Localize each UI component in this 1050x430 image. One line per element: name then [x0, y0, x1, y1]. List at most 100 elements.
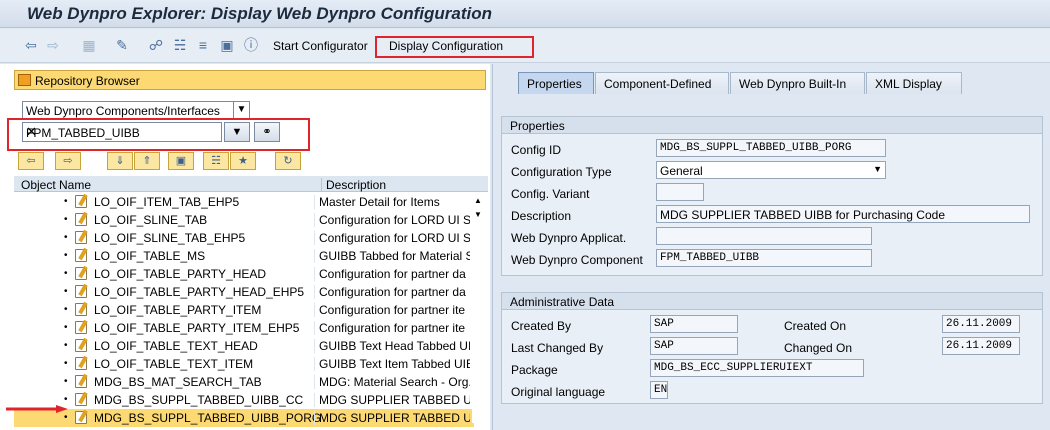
object-name[interactable]: MDG_BS_SUPPL_TABBED_UIBB_PORG [94, 411, 321, 425]
object-description: MDG: Material Search - Org. [314, 375, 470, 389]
chevron-down-icon[interactable]: ▼ [873, 164, 882, 174]
object-description: Configuration for partner da [314, 267, 470, 281]
package-field[interactable]: MDG_BS_ECC_SUPPLIERUIEXT [650, 359, 864, 377]
tab-xml-display[interactable]: XML Display [866, 72, 962, 94]
object-name[interactable]: LO_OIF_TABLE_TEXT_ITEM [94, 357, 253, 371]
last-changed-by-field[interactable]: SAP [650, 337, 738, 355]
tree-row[interactable]: • LO_OIF_TABLE_PARTY_HEAD Configuration fo… [14, 265, 474, 283]
tab-web-dynpro-built-in[interactable]: Web Dynpro Built-In [730, 72, 865, 94]
administrative-data-panel: Administrative Data Created By SAP Creat… [501, 292, 1043, 404]
tree-row[interactable]: • LO_OIF_TABLE_PARTY_ITEM Configuration fo… [14, 301, 474, 319]
stack-icon[interactable]: ≡ [194, 36, 212, 54]
forward-arrow-icon[interactable]: ⇨ [44, 36, 62, 54]
chevron-down-icon[interactable]: ▼ [233, 102, 249, 118]
object-name[interactable]: MDG_BS_MAT_SEARCH_TAB [94, 375, 262, 389]
tree-row[interactable]: • LO_OIF_TABLE_MS GUIBB Tabbed for Materia… [14, 247, 474, 265]
tree-row[interactable]: • LO_OIF_TABLE_PARTY_ITEM_EHP5 Configurati… [14, 319, 474, 337]
configuration-icon [75, 321, 87, 334]
object-description: Configuration for partner ite [314, 303, 470, 317]
tree-row[interactable]: • MDG_BS_SUPPL_TABBED_UIBB_CC MDG SUPPLIER… [14, 391, 474, 409]
start-configurator-button[interactable]: Start Configurator [273, 39, 368, 53]
bullet-icon: • [64, 358, 68, 369]
red-pointer-arrow-icon [6, 405, 68, 413]
object-name[interactable]: LO_OIF_ITEM_TAB_EHP5 [94, 195, 239, 209]
bullet-icon: • [64, 322, 68, 333]
object-type-select[interactable]: Web Dynpro Components/Interfaces ▼ [22, 101, 250, 119]
window-icon[interactable]: ▣ [218, 36, 236, 54]
config-id-label: Config ID [511, 143, 562, 157]
description-field[interactable]: MDG SUPPLIER TABBED UIBB for Purchasing … [656, 205, 1030, 223]
object-name[interactable]: LO_OIF_TABLE_PARTY_HEAD_EHP5 [94, 285, 304, 299]
find-icon[interactable]: ▣ [168, 152, 194, 170]
object-description: MDG SUPPLIER TABBED UIE [314, 411, 470, 425]
object-name[interactable]: LO_OIF_SLINE_TAB_EHP5 [94, 231, 245, 245]
package-label: Package [511, 363, 558, 377]
repository-browser-header[interactable]: Repository Browser [14, 70, 486, 90]
object-name[interactable]: LO_OIF_TABLE_PARTY_ITEM [94, 303, 261, 317]
window-title: Web Dynpro Explorer: Display Web Dynpro … [27, 4, 493, 23]
web-dynpro-application-field[interactable] [656, 227, 872, 245]
scroll-up-icon[interactable]: ▲ [474, 196, 482, 205]
object-name[interactable]: MDG_BS_SUPPL_TABBED_UIBB_CC [94, 393, 303, 407]
tree-row[interactable]: • LO_OIF_TABLE_TEXT_ITEM GUIBB Text Item T… [14, 355, 474, 373]
bullet-icon: • [64, 394, 68, 405]
tree-row[interactable]: • MDG_BS_MAT_SEARCH_TAB MDG: Material Sear… [14, 373, 474, 391]
repository-title: Repository Browser [35, 74, 140, 88]
scroll-down-icon[interactable]: ▼ [474, 210, 482, 219]
favorites-icon[interactable]: ★ [230, 152, 256, 170]
last-changed-by-label: Last Changed By [511, 341, 604, 355]
original-language-field[interactable]: EN [650, 381, 668, 399]
refresh-icon[interactable]: ↻ [275, 152, 301, 170]
bullet-icon: • [64, 214, 68, 225]
bullet-icon: • [64, 250, 68, 261]
hierarchy-icon[interactable]: ☵ [171, 36, 189, 54]
object-description: GUIBB Tabbed for Material S [314, 249, 470, 263]
object-name[interactable]: LO_OIF_TABLE_PARTY_HEAD [94, 267, 266, 281]
column-description[interactable]: Description [321, 178, 386, 192]
config-type-label: Configuration Type [511, 165, 612, 179]
description-label: Description [511, 209, 572, 223]
tree-scrollbar[interactable]: ▲ ▼ [472, 193, 486, 423]
back-arrow-icon[interactable]: ⇦ [22, 36, 40, 54]
created-on-field[interactable]: 26.11.2009 [942, 315, 1020, 333]
configuration-icon [75, 375, 87, 388]
bullet-icon: • [64, 286, 68, 297]
tree-row[interactable]: • LO_OIF_SLINE_TAB Configuration for LORD … [14, 211, 474, 229]
tree-row[interactable]: • LO_OIF_TABLE_TEXT_HEAD GUIBB Text Head T… [14, 337, 474, 355]
tree-row[interactable]: • LO_OIF_SLINE_TAB_EHP5 Configuration for … [14, 229, 474, 247]
info-icon[interactable]: ⓘ [242, 36, 260, 54]
web-dynpro-component-field[interactable]: FPM_TABBED_UIBB [656, 249, 872, 267]
object-name[interactable]: LO_OIF_SLINE_TAB [94, 213, 207, 227]
tree-row[interactable]: • LO_OIF_TABLE_PARTY_HEAD_EHP5 Configurati… [14, 283, 474, 301]
title-bar: Web Dynpro Explorer: Display Web Dynpro … [0, 0, 1050, 28]
where-used-icon[interactable]: ☍ [147, 36, 165, 54]
object-name[interactable]: LO_OIF_TABLE_PARTY_ITEM_EHP5 [94, 321, 299, 335]
configuration-icon [75, 339, 87, 352]
object-name[interactable]: LO_OIF_TABLE_TEXT_HEAD [94, 339, 258, 353]
display-change-icon[interactable]: ✎ [113, 36, 131, 54]
object-type-value: Web Dynpro Components/Interfaces [26, 104, 220, 118]
collapse-icon[interactable]: ⇑ [134, 152, 160, 170]
tree-forward-icon[interactable]: ⇨ [55, 152, 81, 170]
tree-back-icon[interactable]: ⇦ [18, 152, 44, 170]
hierarchy-tree-icon[interactable]: ☵ [203, 152, 229, 170]
created-by-field[interactable]: SAP [650, 315, 738, 333]
tree-toolbar: ⇦ ⇨ ⇓ ⇑ ▣ ☵ ★ ↻ [18, 150, 488, 172]
tree-row[interactable]: • LO_OIF_ITEM_TAB_EHP5 Master Detail for I… [14, 193, 474, 211]
expand-icon[interactable]: ⇓ [107, 152, 133, 170]
config-variant-field[interactable] [656, 183, 704, 201]
object-name[interactable]: LO_OIF_TABLE_MS [94, 249, 205, 263]
original-language-label: Original language [511, 385, 606, 399]
tab-component-defined[interactable]: Component-Defined [595, 72, 729, 94]
config-id-field[interactable]: MDG_BS_SUPPL_TABBED_UIBB_PORG [656, 139, 886, 157]
administrative-data-title: Administrative Data [502, 293, 1042, 310]
created-by-label: Created By [511, 319, 572, 333]
config-type-select[interactable]: General ▼ [656, 161, 886, 179]
column-object-name[interactable]: Object Name [21, 178, 91, 192]
configuration-icon [75, 213, 87, 226]
changed-on-field[interactable]: 26.11.2009 [942, 337, 1020, 355]
tree-row[interactable]: • MDG_BS_SUPPL_TABBED_UIBB_PORG MDG SUPPLI… [14, 409, 474, 427]
other-object-icon[interactable]: ▦ [80, 36, 98, 54]
configuration-icon [75, 393, 87, 406]
tab-properties[interactable]: Properties [518, 72, 594, 94]
